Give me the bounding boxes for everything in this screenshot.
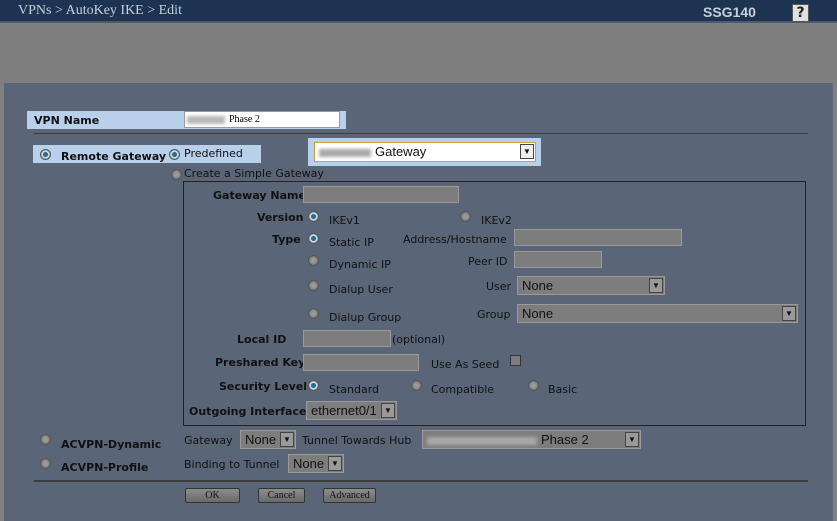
basic-radio[interactable]	[528, 380, 539, 391]
type-label: Type	[272, 233, 301, 246]
predefined-label: Predefined	[184, 147, 243, 160]
dialup-user-label: Dialup User	[329, 283, 393, 296]
binding-to-tunnel-select[interactable]: None ▼	[288, 454, 344, 473]
chevron-down-icon: ▼	[381, 403, 395, 418]
acvpn-dynamic-label: ACVPN-Dynamic	[61, 438, 162, 451]
chevron-down-icon: ▼	[782, 306, 796, 321]
chevron-down-icon: ▼	[625, 432, 639, 447]
group-label: Group	[477, 308, 511, 321]
ikev2-radio[interactable]	[460, 211, 471, 222]
tunnel-towards-hub-value: Phase 2	[541, 432, 589, 447]
vpn-name-label: VPN Name	[34, 114, 100, 127]
cancel-button[interactable]: Cancel	[258, 488, 305, 503]
acvpn-profile-label: ACVPN-Profile	[61, 461, 149, 474]
preshared-key-label: Preshared Key	[215, 356, 306, 369]
dialup-group-label: Dialup Group	[329, 311, 402, 324]
security-level-label: Security Level	[219, 380, 308, 393]
outgoing-interface-label: Outgoing Interface	[189, 405, 307, 418]
use-as-seed-label: Use As Seed	[431, 358, 500, 371]
optional-hint: (optional)	[392, 333, 446, 346]
basic-label: Basic	[548, 383, 578, 396]
acvpn-gateway-select[interactable]: None ▼	[240, 430, 296, 449]
local-id-label: Local ID	[237, 333, 287, 346]
outgoing-interface-value: ethernet0/1	[311, 403, 377, 418]
predefined-radio[interactable]	[169, 149, 180, 160]
static-ip-radio[interactable]	[308, 233, 319, 244]
standard-label: Standard	[329, 383, 380, 396]
tunnel-towards-hub-select[interactable]: Phase 2 ▼	[422, 430, 641, 449]
static-ip-label: Static IP	[329, 236, 374, 249]
vpn-name-input[interactable]: Phase 2	[184, 111, 340, 128]
outgoing-interface-select[interactable]: ethernet0/1 ▼	[306, 401, 397, 420]
remote-gateway-label: Remote Gateway	[61, 150, 167, 163]
binding-to-tunnel-label: Binding to Tunnel	[184, 458, 280, 471]
create-simple-gateway-label: Create a Simple Gateway	[184, 167, 324, 180]
address-input[interactable]	[514, 229, 682, 246]
acvpn-gateway-value: None	[245, 432, 277, 447]
address-label: Address/Hostname	[403, 233, 507, 246]
tunnel-towards-hub-label: Tunnel Towards Hub	[302, 434, 412, 447]
use-as-seed-checkbox[interactable]	[510, 355, 521, 366]
user-select[interactable]: None ▼	[517, 276, 665, 295]
help-button[interactable]: ?	[792, 4, 809, 22]
remote-gateway-radio[interactable]	[40, 149, 51, 160]
peer-id-label: Peer ID	[468, 255, 508, 268]
standard-radio[interactable]	[308, 380, 319, 391]
user-label: User	[486, 280, 512, 293]
divider	[34, 480, 808, 482]
local-id-input[interactable]	[303, 330, 391, 347]
ikev1-radio[interactable]	[308, 211, 319, 222]
chevron-down-icon: ▼	[649, 278, 663, 293]
version-label: Version	[257, 211, 304, 224]
chevron-down-icon: ▼	[328, 456, 342, 471]
create-simple-gateway-radio[interactable]	[171, 169, 182, 180]
gateway-name-label: Gateway Name	[213, 189, 306, 202]
gateway-name-input[interactable]	[303, 186, 459, 203]
breadcrumb: VPNs > AutoKey IKE > Edit	[18, 3, 182, 18]
vpn-name-value: Phase 2	[229, 114, 260, 125]
dynamic-ip-label: Dynamic IP	[329, 258, 391, 271]
group-select-value: None	[522, 306, 554, 321]
binding-to-tunnel-value: None	[293, 456, 325, 471]
dialup-user-radio[interactable]	[308, 280, 319, 291]
acvpn-gateway-label: Gateway	[184, 434, 233, 447]
compatible-label: Compatible	[431, 383, 495, 396]
chevron-down-icon: ▼	[520, 144, 534, 159]
user-select-value: None	[522, 278, 554, 293]
predefined-gateway-select[interactable]: Gateway ▼	[314, 142, 536, 162]
compatible-radio[interactable]	[411, 380, 422, 391]
group-select[interactable]: None ▼	[517, 304, 798, 323]
ikev2-label: IKEv2	[481, 214, 512, 227]
ikev1-label: IKEv1	[329, 214, 360, 227]
toolbar-area	[0, 25, 837, 83]
gateway-select-value: Gateway	[375, 144, 427, 159]
dialup-group-radio[interactable]	[308, 308, 319, 319]
chevron-down-icon: ▼	[280, 432, 294, 447]
dynamic-ip-radio[interactable]	[308, 255, 319, 266]
advanced-button[interactable]: Advanced	[323, 488, 376, 503]
peer-id-input[interactable]	[514, 251, 602, 268]
device-model: SSG140	[703, 4, 756, 20]
ok-button[interactable]: OK	[185, 488, 240, 503]
acvpn-dynamic-radio[interactable]	[40, 434, 51, 445]
preshared-key-input[interactable]	[303, 354, 419, 371]
acvpn-profile-radio[interactable]	[40, 458, 51, 469]
